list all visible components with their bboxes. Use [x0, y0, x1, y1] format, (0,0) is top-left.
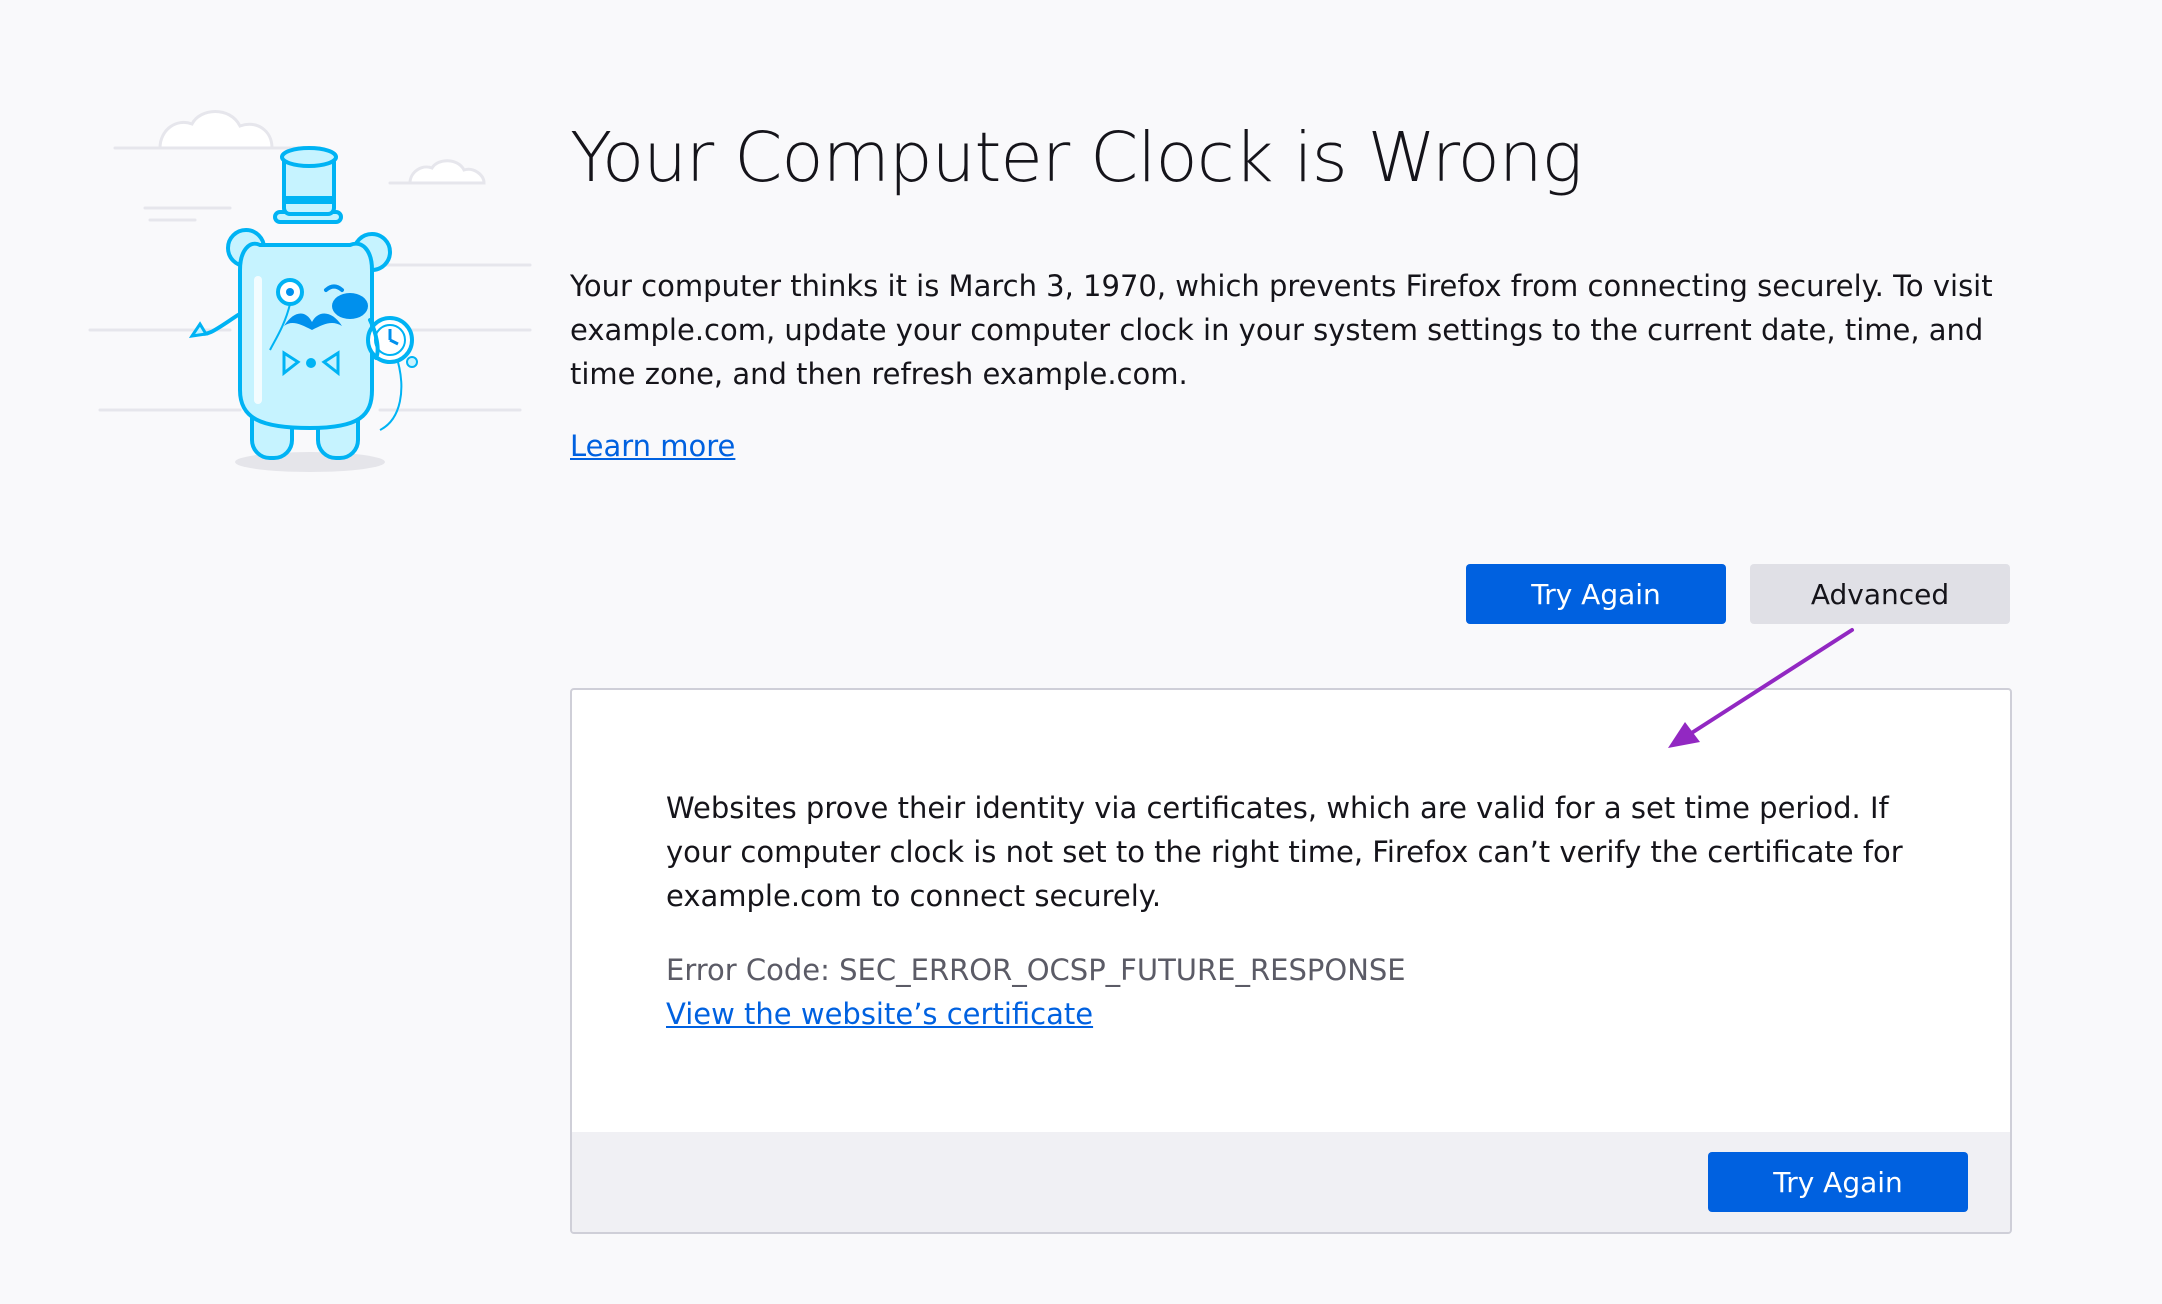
clock-wrong-illustration — [80, 100, 540, 490]
advanced-button[interactable]: Advanced — [1750, 564, 2010, 624]
advanced-panel: Websites prove their identity via certif… — [570, 688, 2012, 1234]
error-description: Your computer thinks it is March 3, 1970… — [570, 269, 1993, 391]
try-again-button[interactable]: Try Again — [1466, 564, 1726, 624]
page-title: Your Computer Clock is Wrong — [570, 118, 1583, 198]
advanced-explanation: Websites prove their identity via certif… — [666, 791, 1903, 913]
try-again-panel-button[interactable]: Try Again — [1708, 1152, 1968, 1212]
error-code: Error Code: SEC_ERROR_OCSP_FUTURE_RESPON… — [666, 953, 1406, 987]
learn-more-link[interactable]: Learn more — [570, 424, 735, 468]
bear-mascot-icon — [88, 110, 532, 472]
view-certificate-link[interactable]: View the website’s certificate — [666, 992, 1093, 1036]
advanced-panel-footer: Try Again — [572, 1132, 2010, 1232]
